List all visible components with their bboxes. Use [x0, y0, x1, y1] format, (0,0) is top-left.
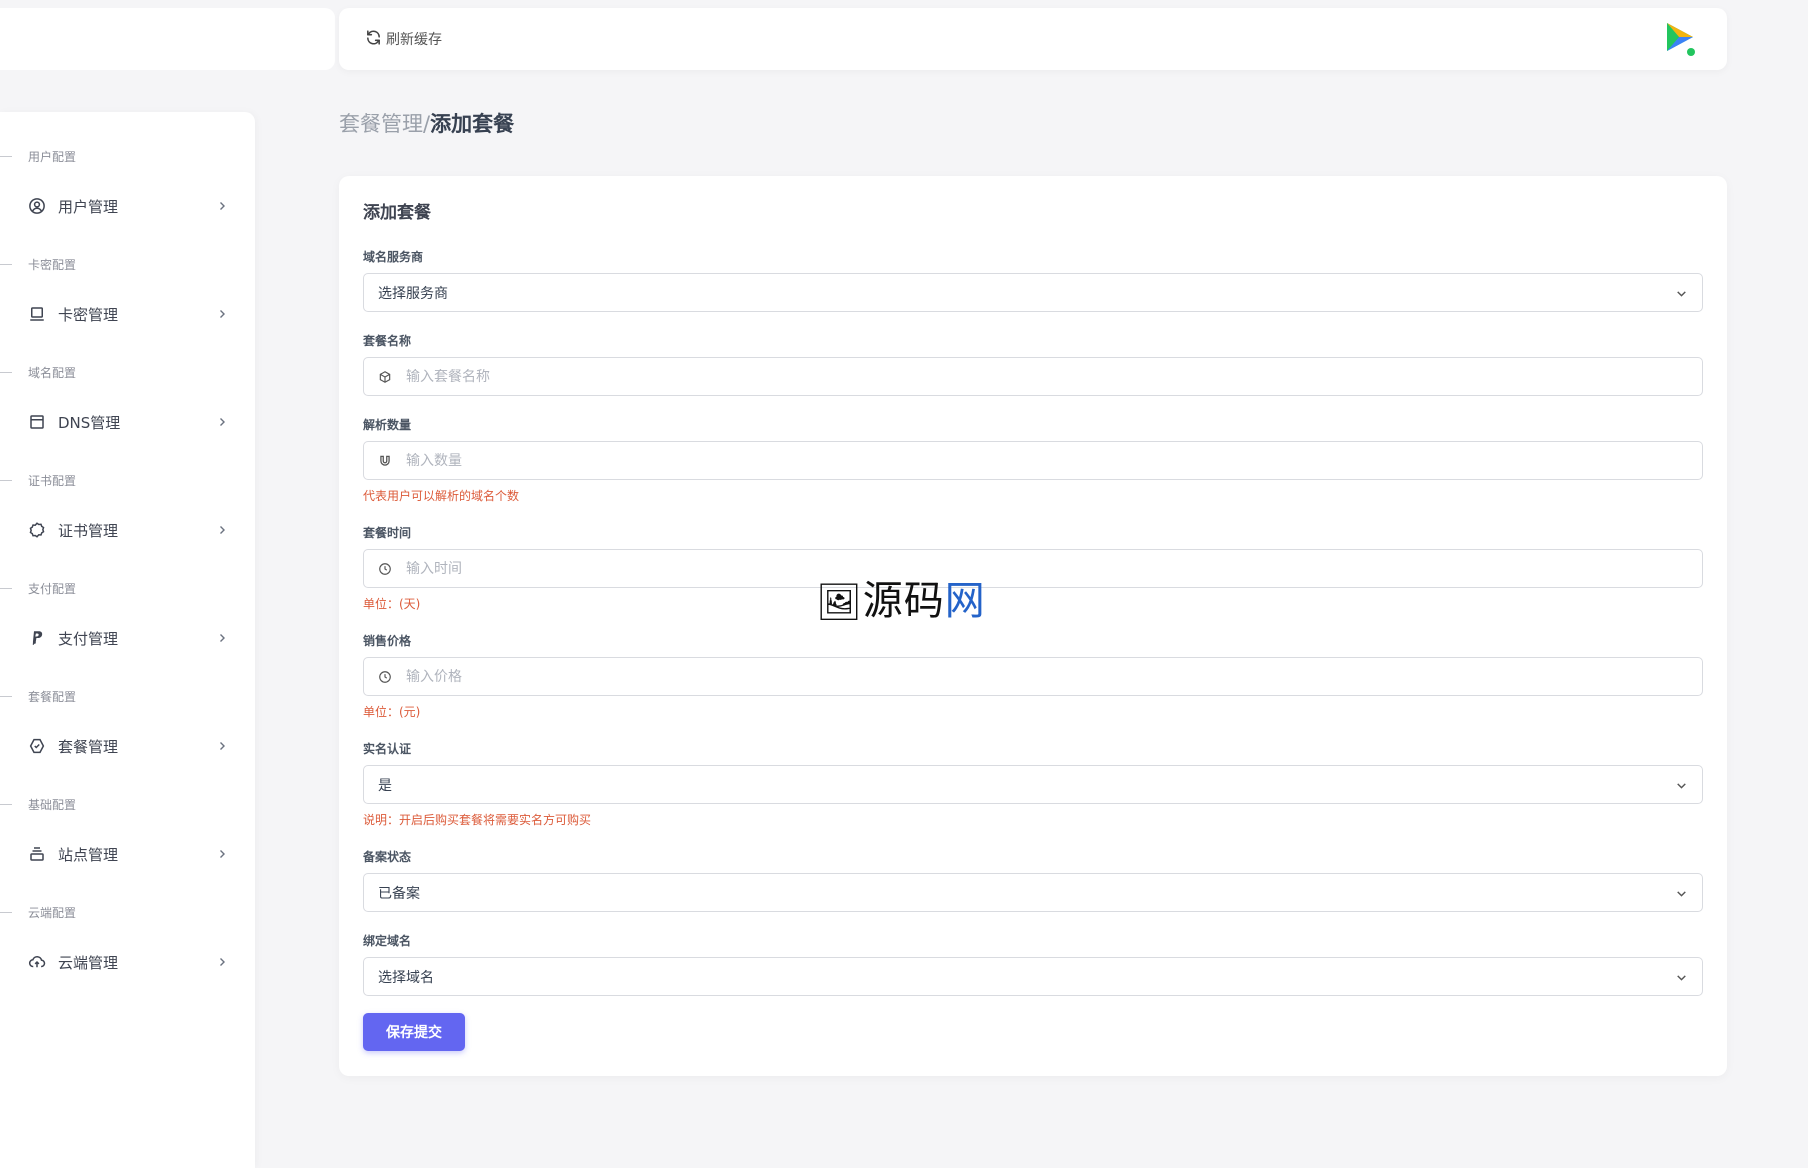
sidebar-section-domain: 域名配置 — [0, 364, 76, 381]
cloud-upload-icon — [28, 953, 46, 971]
refresh-cache-button[interactable]: 刷新缓存 — [365, 29, 442, 50]
sidebar-item-cert-management[interactable]: 证书管理 — [28, 515, 228, 545]
chevron-down-icon — [1677, 783, 1686, 789]
sidebar-item-site-management[interactable]: 站点管理 — [28, 839, 228, 869]
price-input[interactable] — [406, 668, 1598, 685]
duration-input[interactable] — [406, 560, 1598, 577]
save-submit-button[interactable]: 保存提交 — [363, 1013, 465, 1051]
sidebar-section-cloud: 云端配置 — [0, 904, 76, 921]
package-icon — [28, 737, 46, 755]
price-label: 销售价格 — [363, 634, 412, 648]
chevron-down-icon — [1677, 291, 1686, 297]
sidebar-item-cloud-management[interactable]: 云端管理 — [28, 947, 228, 977]
provider-select[interactable]: 选择服务商 — [363, 273, 1703, 312]
realname-hint: 说明：开启后购买套餐将需要实名方可购买 — [363, 813, 592, 827]
chevron-right-icon — [220, 742, 225, 750]
bind-domain-select[interactable]: 选择域名 — [363, 957, 1703, 996]
play-logo-icon[interactable] — [1661, 19, 1697, 59]
sidebar-item-dns-management[interactable]: DNS管理 — [28, 407, 228, 437]
chevron-right-icon — [220, 202, 225, 210]
sidebar-section-user: 用户配置 — [0, 148, 76, 165]
sidebar-item-payment-management[interactable]: 支付管理 — [28, 623, 228, 653]
laptop-icon — [28, 305, 46, 323]
user-circle-icon — [28, 197, 46, 215]
refresh-icon — [365, 29, 382, 50]
icp-select[interactable]: 已备案 — [363, 873, 1703, 912]
breadcrumb: 套餐管理/添加套餐 — [339, 108, 514, 138]
sidebar-item-user-management[interactable]: 用户管理 — [28, 191, 228, 221]
chevron-right-icon — [220, 418, 225, 426]
package-name-input[interactable] — [406, 368, 1598, 385]
realname-select[interactable]: 是 — [363, 765, 1703, 804]
top-bar: 刷新缓存 — [339, 8, 1727, 70]
count-field[interactable] — [363, 441, 1703, 480]
chevron-right-icon — [220, 310, 225, 318]
logo-area — [0, 8, 335, 70]
sidebar-section-cert: 证书配置 — [0, 472, 76, 489]
badge-icon — [28, 521, 46, 539]
clock-icon — [378, 670, 392, 684]
chevron-right-icon — [220, 958, 225, 966]
count-label: 解析数量 — [363, 418, 412, 432]
cube-icon — [378, 370, 392, 384]
form-title: 添加套餐 — [363, 203, 431, 223]
duration-field[interactable] — [363, 549, 1703, 588]
breadcrumb-parent[interactable]: 套餐管理/ — [339, 112, 430, 136]
sidebar-section-package: 套餐配置 — [0, 688, 76, 705]
sidebar-section-card: 卡密配置 — [0, 256, 76, 273]
price-hint: 单位：(元) — [363, 705, 421, 719]
chevron-down-icon — [1677, 975, 1686, 981]
paypal-icon — [28, 629, 46, 647]
package-name-field[interactable] — [363, 357, 1703, 396]
sidebar-section-basic: 基础配置 — [0, 796, 76, 813]
window-icon — [28, 413, 46, 431]
stack-icon — [28, 845, 46, 863]
duration-hint: 单位：(天) — [363, 597, 421, 611]
provider-label: 域名服务商 — [363, 250, 424, 264]
count-hint: 代表用户可以解析的域名个数 — [363, 489, 520, 503]
clock-icon — [378, 562, 392, 576]
price-field[interactable] — [363, 657, 1703, 696]
breadcrumb-current: 添加套餐 — [430, 112, 515, 136]
chevron-down-icon — [1677, 891, 1686, 897]
sidebar-item-card-management[interactable]: 卡密管理 — [28, 299, 228, 329]
count-input[interactable] — [406, 452, 1598, 469]
bind-domain-label: 绑定域名 — [363, 934, 412, 948]
magnet-icon — [378, 454, 392, 468]
sidebar-section-payment: 支付配置 — [0, 580, 76, 597]
package-name-label: 套餐名称 — [363, 334, 412, 348]
refresh-label: 刷新缓存 — [386, 32, 442, 48]
sidebar: 用户配置 用户管理 卡密配置 卡密管理 域名配置 DNS管理 证书配置 证书管理… — [0, 112, 255, 1168]
chevron-right-icon — [220, 526, 225, 534]
duration-label: 套餐时间 — [363, 526, 412, 540]
add-package-form-card: 添加套餐 域名服务商 选择服务商 套餐名称 解析数量 代表用户可以解析的域名个数… — [339, 176, 1727, 1076]
realname-label: 实名认证 — [363, 742, 412, 756]
chevron-right-icon — [220, 850, 225, 858]
icp-label: 备案状态 — [363, 850, 412, 864]
sidebar-item-package-management[interactable]: 套餐管理 — [28, 731, 228, 761]
chevron-right-icon — [220, 634, 225, 642]
